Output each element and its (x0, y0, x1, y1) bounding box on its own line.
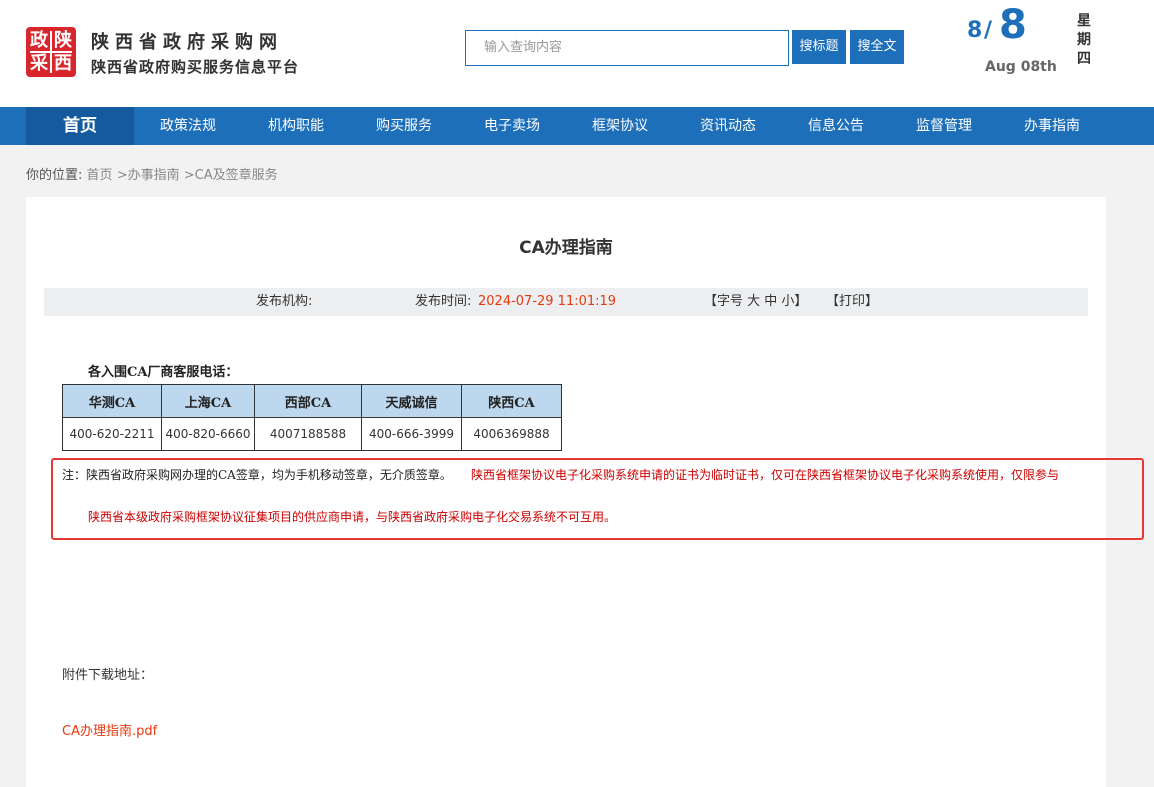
table-cell: 400-620-2211 (62, 417, 162, 451)
table-cell: 400-820-6660 (161, 417, 255, 451)
attachment-label: 附件下载地址： (62, 668, 154, 683)
note-line-2: 陕西省本级政府采购框架协议征集项目的供应商申请，与陕西省政府采购电子化交易系统不… (88, 510, 617, 524)
table-cell: 4007188588 (254, 417, 362, 451)
site-header: 政 陕 采 西 陕西省政府采购网 陕西省政府购买服务信息平台 输入查询内容 搜标… (0, 0, 1154, 107)
search-input[interactable]: 输入查询内容 (465, 30, 789, 66)
article-title: CA办理指南 (519, 238, 613, 258)
weekday-char: 期 (1077, 32, 1091, 48)
article-meta-bar: 发布机构: 发布时间: 2024-07-29 11:01:19 【字号 大 中 … (44, 288, 1088, 316)
publish-time-value: 2024-07-29 11:01:19 (478, 294, 617, 309)
nav-item-announcement[interactable]: 信息公告 (782, 107, 890, 145)
table-row: 400-620-2211 400-820-6660 4007188588 400… (62, 417, 562, 451)
publisher-label: 发布机构: (256, 294, 313, 309)
nav-item-institution[interactable]: 机构职能 (242, 107, 350, 145)
table-header-cell: 华测CA (62, 384, 162, 418)
site-subtitle: 陕西省政府购买服务信息平台 (91, 58, 300, 76)
table-cell: 4006369888 (461, 417, 562, 451)
font-size-control[interactable]: 【字号 大 中 小】 (704, 288, 807, 316)
table-cell: 400-666-3999 (361, 417, 462, 451)
weekday-char: 星 (1077, 13, 1091, 29)
breadcrumb-home[interactable]: 首页 (87, 168, 113, 183)
ca-hotline-table: 华测CA 上海CA 西部CA 天威诚信 陕西CA 400-620-2211 40… (62, 384, 562, 451)
note-line-1: 注：陕西省政府采购网办理的CA签章，均为手机移动签章，无介质签章。 陕西省框架协… (62, 466, 1059, 483)
breadcrumb: 你的位置: 首页 >办事指南 >CA及签章服务 (26, 164, 278, 183)
hotline-title: 各入围CA厂商客服电话： (88, 365, 239, 380)
nav-item-supervision[interactable]: 监督管理 (890, 107, 998, 145)
table-header-row: 华测CA 上海CA 西部CA 天威诚信 陕西CA (62, 384, 562, 418)
note-red-text: 陕西省框架协议电子化采购系统申请的证书为临时证书，仅可在陕西省框架协议电子化采购… (470, 468, 1059, 482)
logo-char: 采 (30, 53, 48, 74)
nav-item-news[interactable]: 资讯动态 (674, 107, 782, 145)
date-month: 8 (967, 18, 983, 43)
nav-item-home[interactable]: 首页 (26, 107, 134, 145)
date-slash: / (984, 18, 993, 43)
weekday: 星 期 四 (1075, 12, 1093, 69)
logo-char: 政 (30, 30, 48, 51)
weekday-char: 四 (1077, 51, 1091, 67)
date-english: Aug 08th (985, 59, 1057, 75)
date-day: 8 (999, 2, 1027, 48)
logo-char: 西 (54, 53, 72, 74)
table-header-cell: 陕西CA (461, 384, 562, 418)
nav-item-framework[interactable]: 框架协议 (566, 107, 674, 145)
nav-item-purchase-service[interactable]: 购买服务 (350, 107, 458, 145)
breadcrumb-label: 你的位置: (26, 168, 83, 183)
site-logo[interactable]: 政 陕 采 西 (26, 27, 76, 77)
breadcrumb-guide[interactable]: >办事指南 (117, 168, 180, 183)
breadcrumb-ca-service[interactable]: >CA及签章服务 (184, 168, 278, 183)
table-header-cell: 天威诚信 (361, 384, 462, 418)
logo-char: 陕 (54, 30, 72, 51)
nav-item-emall[interactable]: 电子卖场 (458, 107, 566, 145)
nav-item-policy[interactable]: 政策法规 (134, 107, 242, 145)
main-nav: 首页 政策法规 机构职能 购买服务 电子卖场 框架协议 资讯动态 信息公告 监督… (0, 107, 1154, 145)
search-fulltext-button[interactable]: 搜全文 (850, 30, 904, 64)
publish-time-label: 发布时间: (415, 294, 472, 309)
table-header-cell: 上海CA (161, 384, 255, 418)
attachment-link[interactable]: CA办理指南.pdf (62, 720, 157, 739)
table-header-cell: 西部CA (254, 384, 362, 418)
print-button[interactable]: 【打印】 (826, 288, 878, 316)
site-title: 陕西省政府采购网 (91, 32, 283, 53)
note-prefix: 注：陕西省政府采购网办理的CA签章，均为手机移动签章，无介质签章。 (62, 468, 452, 482)
nav-item-guide[interactable]: 办事指南 (998, 107, 1106, 145)
search-title-button[interactable]: 搜标题 (792, 30, 846, 64)
